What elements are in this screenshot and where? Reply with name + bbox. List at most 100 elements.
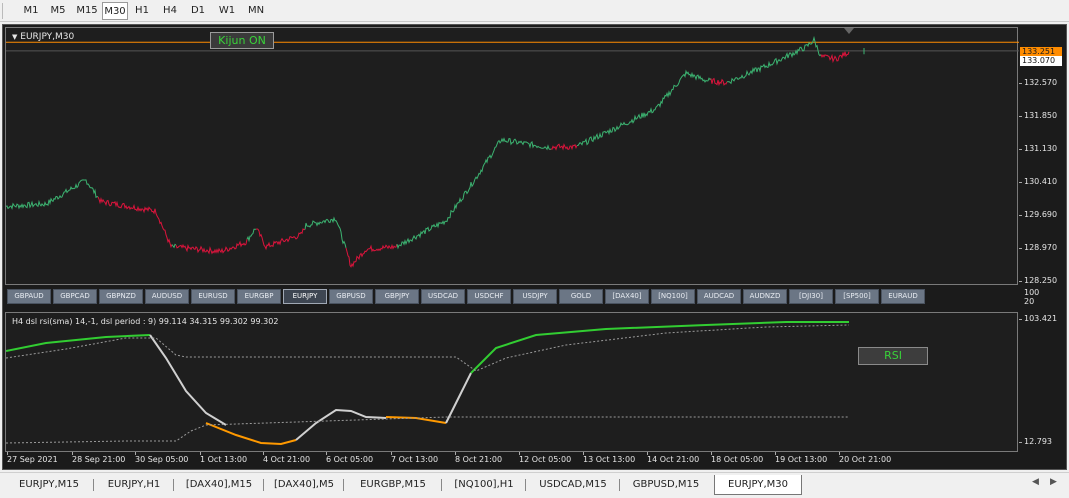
time-tick — [519, 452, 520, 455]
time-tick — [72, 452, 73, 455]
tab-scroll-left-icon[interactable]: ◀ — [1032, 477, 1039, 487]
time-label: 6 Oct 05:00 — [326, 455, 374, 464]
price-pane[interactable]: ▼ EURJPY,M30 Kijun ON — [5, 27, 1019, 285]
time-label: 7 Oct 13:00 — [391, 455, 439, 464]
symbol-button-usdchf[interactable]: USDCHF — [467, 289, 511, 304]
chart-tab[interactable]: EURGBP,M15 — [346, 475, 440, 495]
time-tick — [263, 452, 264, 455]
kijun-toggle-button[interactable]: Kijun ON — [210, 32, 274, 49]
timeframe-m15[interactable]: M15 — [72, 2, 102, 20]
time-label: 8 Oct 21:00 — [455, 455, 503, 464]
timeframe-m1[interactable]: M1 — [18, 2, 44, 20]
time-label: 13 Oct 13:00 — [583, 455, 636, 464]
price-label: 131.130 — [1018, 144, 1058, 153]
price-label: 128.970 — [1018, 243, 1058, 252]
timeframe-d1[interactable]: D1 — [184, 2, 212, 20]
price-line-bullish — [246, 228, 257, 243]
tab-scroll-right-icon[interactable]: ▶ — [1050, 477, 1057, 487]
separator-scale-top: 100 — [1024, 288, 1040, 297]
symbol-button-usdjpy[interactable]: USDJPY — [513, 289, 557, 304]
chart-tab[interactable]: [DAX40],M15 — [176, 475, 262, 495]
separator-scale: 100 20 — [1020, 288, 1068, 310]
symbol-button-gbpnzd[interactable]: GBPNZD — [99, 289, 143, 304]
time-tick — [775, 452, 776, 455]
time-label: 14 Oct 21:00 — [647, 455, 700, 464]
chart-tab-bar: EURJPY,M15 EURJPY,H1 [DAX40],M15 [DAX40],M5… — [0, 472, 1069, 498]
symbol-button-usdcad[interactable]: USDCAD — [421, 289, 465, 304]
chart-tab[interactable]: EURJPY,M15 — [6, 475, 92, 495]
symbol-title-text: EURJPY,M30 — [20, 32, 75, 42]
indicator-scale-label: 103.421 — [1018, 314, 1058, 323]
chart-symbol-title: ▼ EURJPY,M30 — [12, 32, 74, 42]
timeframe-m5[interactable]: M5 — [44, 2, 72, 20]
time-label: 1 Oct 13:00 — [200, 455, 248, 464]
timeframe-h1[interactable]: H1 — [128, 2, 156, 20]
symbol-button-gbpjpy[interactable]: GBPJPY — [375, 289, 419, 304]
price-line-bearish — [255, 228, 306, 251]
price-label: 132.570 — [1018, 78, 1058, 87]
symbol-button-eurusd[interactable]: EURUSD — [191, 289, 235, 304]
symbol-button-audnzd[interactable]: AUDNZD — [743, 289, 787, 304]
time-tick — [391, 452, 392, 455]
chart-tab[interactable]: EURJPY,M30 — [714, 475, 802, 495]
price-line-bearish — [550, 143, 578, 151]
timeframe-m30[interactable]: M30 — [102, 2, 128, 20]
indicator-pane[interactable]: H4 dsl rsi(sma) 14,-1, dsl period : 9) 9… — [5, 312, 1018, 452]
chart-menu-triangle-icon[interactable]: ▼ — [12, 33, 17, 41]
rsi-line-flat — [149, 334, 227, 426]
indicator-scale: 103.421 12.793 — [1018, 312, 1068, 452]
timeframe-mn[interactable]: MN — [242, 2, 270, 20]
tab-divider — [343, 479, 344, 491]
indicator-title: H4 dsl rsi(sma) 14,-1, dsl period : 9) 9… — [12, 317, 279, 326]
timeframe-w1[interactable]: W1 — [212, 2, 242, 20]
timeframe-h4[interactable]: H4 — [156, 2, 184, 20]
time-tick — [326, 452, 327, 455]
timeframe-toolbar: M1 M5 M15 M30 H1 H4 D1 W1 MN — [0, 0, 1069, 22]
chart-tab[interactable]: GBPUSD,M15 — [622, 475, 710, 495]
symbol-button-audusd[interactable]: AUDUSD — [145, 289, 189, 304]
dsl-upper-line — [6, 324, 850, 372]
price-line-bullish — [727, 35, 822, 85]
tab-divider — [441, 479, 442, 491]
tab-divider — [525, 479, 526, 491]
symbol-button-gbpusd[interactable]: GBPUSD — [329, 289, 373, 304]
rsi-line-falling — [385, 416, 447, 424]
rsi-line-falling — [205, 422, 297, 446]
chart-tab[interactable]: [NQ100],H1 — [444, 475, 524, 495]
symbol-button-audcad[interactable]: AUDCAD — [697, 289, 741, 304]
price-line-bullish — [6, 179, 99, 211]
rsi-toggle-button[interactable]: RSI — [858, 347, 928, 365]
separator-scale-bottom: 20 — [1024, 297, 1035, 306]
symbol-button-sp500[interactable]: [SP500] — [835, 289, 879, 304]
scroll-marker-icon — [844, 28, 854, 34]
symbol-button-eurjpy[interactable]: EURJPY — [283, 289, 327, 304]
time-tick — [135, 452, 136, 455]
symbol-button-gbpcad[interactable]: GBPCAD — [53, 289, 97, 304]
price-label: 130.410 — [1018, 177, 1058, 186]
price-label: 128.250 — [1018, 276, 1058, 285]
chart-window: ▼ EURJPY,M30 Kijun ON 133.251 133.070 13… — [2, 24, 1067, 470]
time-tick — [839, 452, 840, 455]
tab-divider — [263, 479, 264, 491]
symbol-button-eurgbp[interactable]: EURGBP — [237, 289, 281, 304]
chart-tab[interactable]: [DAX40],M5 — [266, 475, 342, 495]
chart-tab[interactable]: EURJPY,H1 — [96, 475, 172, 495]
indicator-scale-label: 12.793 — [1019, 437, 1052, 446]
symbol-button-nq100[interactable]: [NQ100] — [651, 289, 695, 304]
symbol-button-gold[interactable]: GOLD — [559, 289, 603, 304]
chart-tab[interactable]: USDCAD,M15 — [528, 475, 618, 495]
price-scale[interactable]: 133.251 133.070 132.570 131.850 131.130 … — [1018, 27, 1068, 285]
time-label: 20 Oct 21:00 — [839, 455, 892, 464]
time-label: 30 Sep 05:00 — [135, 455, 189, 464]
symbol-button-dax40[interactable]: [DAX40] — [605, 289, 649, 304]
time-label: 18 Oct 05:00 — [711, 455, 764, 464]
time-tick — [455, 452, 456, 455]
time-label: 28 Sep 21:00 — [72, 455, 126, 464]
rsi-line-rising — [470, 321, 849, 374]
symbol-button-euraud[interactable]: EURAUD — [881, 289, 925, 304]
symbol-button-dji30[interactable]: [DJI30] — [789, 289, 833, 304]
tab-divider — [173, 479, 174, 491]
toolbar-grip — [2, 3, 3, 19]
symbol-button-gbpaud[interactable]: GBPAUD — [7, 289, 51, 304]
time-label: 19 Oct 13:00 — [775, 455, 828, 464]
